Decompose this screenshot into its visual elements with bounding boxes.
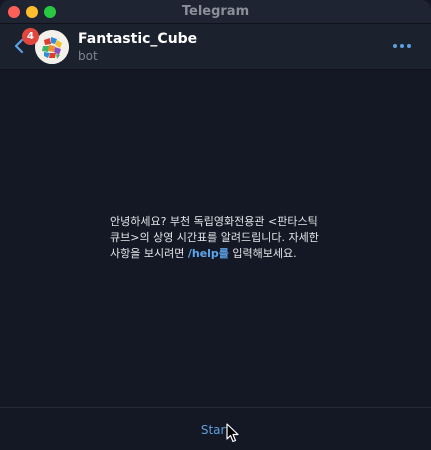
description-text-end: 입력해보세요.	[228, 247, 297, 260]
avatar[interactable]	[35, 30, 69, 64]
help-command-link[interactable]: /help를	[188, 247, 229, 260]
more-icon-dot	[407, 44, 411, 48]
pointer-cursor-icon	[226, 423, 239, 443]
chat-area: 안녕하세요? 부천 독립영화전용관 <판타스틱 큐브>의 상영 시간표를 알려드…	[0, 70, 431, 407]
title-bar: Telegram	[0, 0, 431, 24]
more-button[interactable]	[393, 41, 413, 51]
window-title: Telegram	[181, 4, 250, 19]
start-button[interactable]: Start	[0, 408, 431, 450]
unread-badge: 4	[22, 28, 39, 45]
bottom-bar: Start	[0, 407, 431, 450]
chat-header: 4 Fantastic_Cube bot	[0, 24, 431, 70]
more-icon	[393, 44, 397, 48]
chat-title[interactable]: Fantastic_Cube	[78, 31, 197, 47]
bot-description: 안녕하세요? 부천 독립영화전용관 <판타스틱 큐브>의 상영 시간표를 알려드…	[110, 214, 335, 262]
avatar-image	[35, 30, 69, 64]
telegram-window: Telegram 4 Fantastic_Cube bot 안녕하세요? 부천 …	[0, 0, 431, 450]
more-icon-dot	[400, 44, 404, 48]
chat-subtitle: bot	[78, 49, 98, 63]
